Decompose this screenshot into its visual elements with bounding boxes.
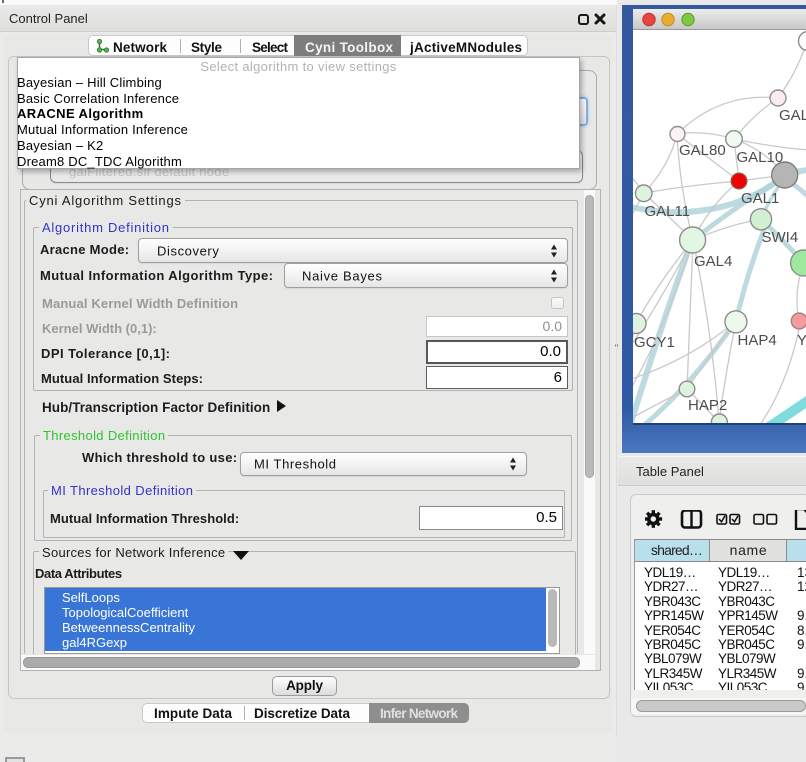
svg-text:SWI4: SWI4	[762, 229, 799, 246]
svg-text:HAP2: HAP2	[688, 397, 727, 414]
svg-text:GAL11: GAL11	[645, 203, 691, 220]
svg-text:GAL2: GAL2	[779, 107, 806, 124]
svg-text:HAP4: HAP4	[738, 332, 777, 349]
svg-text:GAL4: GAL4	[694, 253, 732, 270]
svg-text:GAL80: GAL80	[679, 142, 726, 159]
svg-text:GAL10: GAL10	[737, 149, 784, 166]
svg-text:GCY1: GCY1	[634, 334, 675, 351]
svg-text:Y: Y	[797, 332, 806, 349]
svg-text:GAL1: GAL1	[741, 190, 779, 207]
